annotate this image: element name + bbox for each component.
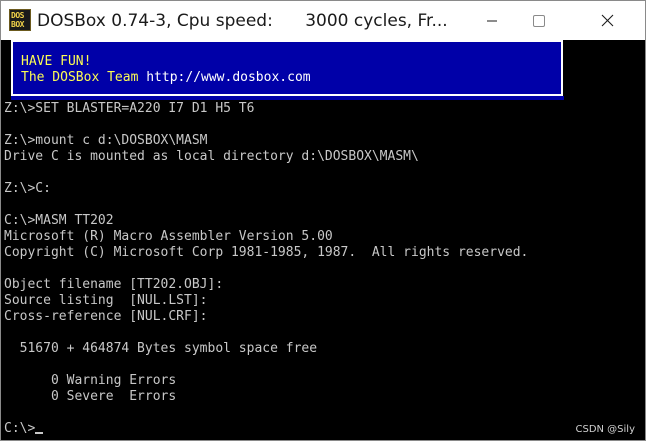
banner-team-text: The DOSBox Team	[21, 70, 147, 85]
banner-line-team: The DOSBox Team http://www.dosbox.com	[21, 70, 311, 86]
dosbox-window: DOS BOX DOSBox 0.74-3, Cpu speed: 3000 c…	[0, 0, 646, 441]
close-button[interactable]	[564, 1, 645, 40]
terminal-line: 0 Severe Errors	[4, 389, 177, 404]
banner-url: http://www.dosbox.com	[146, 70, 311, 85]
terminal-line: Cross-reference [NUL.CRF]:	[4, 309, 208, 324]
command-prompt-line[interactable]: C:\>	[4, 421, 642, 437]
terminal-line: Microsoft (R) Macro Assembler Version 5.…	[4, 229, 333, 244]
banner-line-fun: HAVE FUN!	[21, 54, 92, 69]
text-cursor	[35, 432, 44, 434]
terminal-line: Source listing [NUL.LST]:	[4, 293, 208, 308]
dos-console[interactable]: HAVE FUN! The DOSBox Team http://www.dos…	[1, 40, 645, 440]
terminal-line: 0 Warning Errors	[4, 373, 177, 388]
terminal-line: Object filename [TT202.OBJ]:	[4, 277, 224, 292]
terminal-line: Z:\>C:	[4, 181, 51, 196]
welcome-banner: HAVE FUN! The DOSBox Team http://www.dos…	[11, 40, 563, 96]
title-bar[interactable]: DOS BOX DOSBox 0.74-3, Cpu speed: 3000 c…	[1, 1, 645, 40]
terminal-output: Z:\>SET BLASTER=A220 I7 D1 H5 T6 Z:\>mou…	[4, 101, 642, 437]
icon-text-bottom: BOX	[11, 20, 24, 29]
icon-text-top: DOS	[11, 11, 24, 20]
close-icon	[601, 14, 614, 27]
watermark: CSDN @Sily	[575, 424, 635, 435]
terminal-line: Copyright (C) Microsoft Corp 1981-1985, …	[4, 245, 529, 260]
maximize-icon	[533, 15, 545, 27]
minimize-icon	[487, 20, 497, 22]
terminal-line: Drive C is mounted as local directory d:…	[4, 149, 419, 164]
welcome-banner-edge	[11, 96, 564, 100]
terminal-line: Z:\>mount c d:\DOSBOX\MASM	[4, 133, 208, 148]
window-title: DOSBox 0.74-3, Cpu speed: 3000 cycles, F…	[37, 11, 448, 31]
minimize-button[interactable]	[469, 1, 515, 40]
terminal-line: Z:\>SET BLASTER=A220 I7 D1 H5 T6	[4, 101, 255, 116]
dosbox-app-icon[interactable]: DOS BOX	[9, 9, 31, 31]
maximize-button[interactable]	[515, 1, 561, 40]
terminal-line: 51670 + 464874 Bytes symbol space free	[4, 341, 318, 356]
terminal-line: C:\>MASM TT202	[4, 213, 114, 228]
command-prompt: C:\>	[4, 421, 36, 436]
